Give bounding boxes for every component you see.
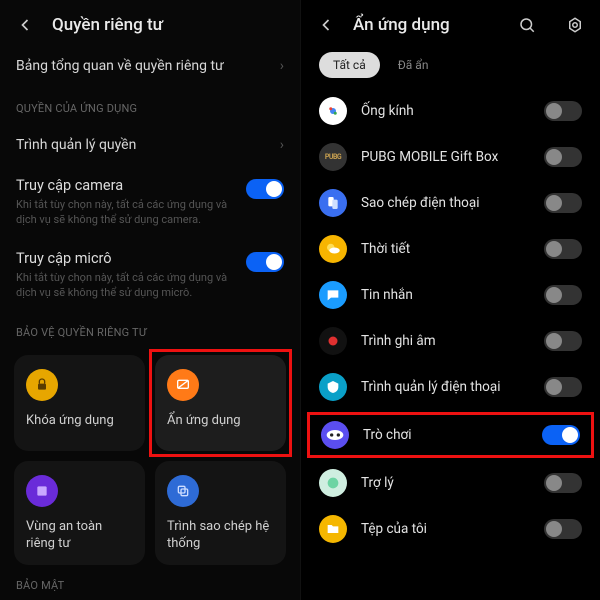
app-hide-toggle[interactable]	[544, 331, 582, 351]
app-hide-toggle[interactable]	[542, 425, 580, 445]
app-row: Trò chơi	[307, 412, 594, 458]
app-hide-toggle[interactable]	[544, 147, 582, 167]
hide-apps-pane: Ẩn ứng dụng Tất cả Đã ẩn Ống kínhPUBGPUB…	[300, 0, 600, 600]
app-name-label: Trợ lý	[361, 475, 530, 491]
tile-hide-apps[interactable]: Ẩn ứng dụng	[155, 355, 286, 451]
micro-access-sub: Khi tắt tùy chọn này, tất cả các ứng dụn…	[16, 271, 236, 301]
app-hide-toggle[interactable]	[544, 239, 582, 259]
chevron-right-icon: ›	[280, 137, 284, 153]
micro-access-row: Truy cập micrô Khi tắt tùy chọn này, tất…	[0, 240, 300, 313]
tile-system-clone[interactable]: Trình sao chép hệ thống	[155, 461, 286, 565]
section-app-permissions: QUYỀN CỦA ỨNG DỤNG	[0, 88, 300, 123]
tile-app-lock-label: Khóa ứng dụng	[26, 413, 133, 430]
game-icon	[321, 421, 349, 449]
back-icon[interactable]	[14, 14, 36, 36]
tile-private-safe-label: Vùng an toàn riêng tư	[26, 519, 133, 553]
app-name-label: Sao chép điện thoại	[361, 195, 530, 211]
app-name-label: Ống kính	[361, 103, 530, 119]
camera-access-sub: Khi tắt tùy chọn này, tất cả các ứng dụn…	[16, 198, 236, 228]
app-row: PUBG PUBG MOBILE Gift Box	[305, 134, 596, 180]
pubg-icon: PUBG	[319, 143, 347, 171]
app-name-label: Trình quản lý điện thoại	[361, 379, 530, 395]
privacy-overview-label: Bảng tổng quan về quyền riêng tư	[16, 58, 224, 74]
app-hide-toggle[interactable]	[544, 285, 582, 305]
camera-access-title: Truy cập camera	[16, 177, 236, 194]
app-row: Trình quản lý điện thoại	[305, 364, 596, 410]
rec-icon	[319, 327, 347, 355]
app-row: Thời tiết	[305, 226, 596, 272]
hide-icon	[167, 369, 199, 401]
app-row: Tin nhắn	[305, 272, 596, 318]
app-name-label: Tệp của tôi	[361, 521, 530, 537]
tile-app-lock[interactable]: Khóa ứng dụng	[14, 355, 145, 451]
micro-access-toggle[interactable]	[246, 252, 284, 272]
lock-icon	[26, 369, 58, 401]
app-hide-toggle[interactable]	[544, 473, 582, 493]
chevron-right-icon: ›	[280, 58, 284, 74]
section-privacy-protection: BẢO VỆ QUYỀN RIÊNG TƯ	[0, 312, 300, 347]
privacy-settings-pane: Quyền riêng tư Bảng tổng quan về quyền r…	[0, 0, 300, 600]
section-security: BẢO MẬT	[0, 565, 300, 600]
privacy-overview-link[interactable]: Bảng tổng quan về quyền riêng tư ›	[0, 44, 300, 88]
back-icon[interactable]	[315, 14, 337, 36]
app-name-label: Trình ghi âm	[361, 333, 530, 349]
weather-icon	[319, 235, 347, 263]
camera-access-toggle[interactable]	[246, 179, 284, 199]
micro-access-title: Truy cập micrô	[16, 250, 236, 267]
permission-manager-link[interactable]: Trình quản lý quyền ›	[0, 123, 300, 167]
tile-hide-apps-label: Ẩn ứng dụng	[167, 413, 274, 430]
left-header: Quyền riêng tư	[0, 0, 300, 44]
app-hide-toggle[interactable]	[544, 519, 582, 539]
lens-icon	[319, 97, 347, 125]
app-name-label: PUBG MOBILE Gift Box	[361, 149, 530, 165]
mgr-icon	[319, 373, 347, 401]
app-row: Trình ghi âm	[305, 318, 596, 364]
vault-icon	[26, 475, 58, 507]
tile-system-clone-label: Trình sao chép hệ thống	[167, 519, 274, 553]
app-hide-toggle[interactable]	[544, 377, 582, 397]
app-row: Tệp của tôi	[305, 506, 596, 552]
tab-hidden[interactable]: Đã ẩn	[392, 52, 435, 78]
right-header: Ẩn ứng dụng	[301, 0, 600, 44]
app-name-label: Tin nhắn	[361, 287, 530, 303]
tab-all[interactable]: Tất cả	[319, 52, 380, 78]
clone-icon	[319, 189, 347, 217]
app-list: Ống kính PUBG PUBG MOBILE Gift Box Sao chép…	[301, 88, 600, 552]
app-row: Ống kính	[305, 88, 596, 134]
copy-icon	[167, 475, 199, 507]
files-icon	[319, 515, 347, 543]
app-name-label: Trò chơi	[363, 427, 528, 443]
page-title: Quyền riêng tư	[52, 15, 163, 35]
page-title: Ẩn ứng dụng	[353, 15, 450, 35]
app-row: Trợ lý	[305, 460, 596, 506]
assist-icon	[319, 469, 347, 497]
search-icon[interactable]	[516, 14, 538, 36]
tile-private-safe[interactable]: Vùng an toàn riêng tư	[14, 461, 145, 565]
permission-manager-label: Trình quản lý quyền	[16, 137, 136, 153]
app-row: Sao chép điện thoại	[305, 180, 596, 226]
filter-tabs: Tất cả Đã ẩn	[301, 44, 600, 88]
app-hide-toggle[interactable]	[544, 193, 582, 213]
camera-access-row: Truy cập camera Khi tắt tùy chọn này, tấ…	[0, 167, 300, 240]
msg-icon	[319, 281, 347, 309]
settings-icon[interactable]	[564, 14, 586, 36]
app-hide-toggle[interactable]	[544, 101, 582, 121]
app-name-label: Thời tiết	[361, 241, 530, 257]
